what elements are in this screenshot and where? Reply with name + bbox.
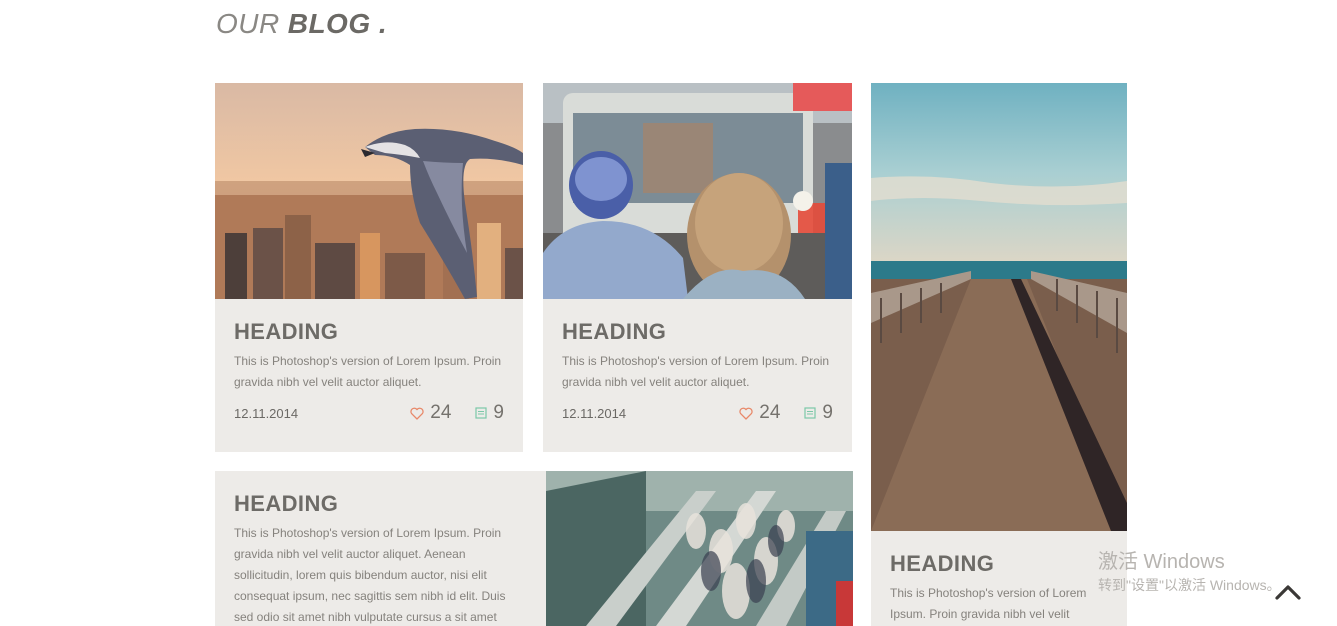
pier-photo <box>871 83 1127 531</box>
post-excerpt: This is Photoshop's version of Lorem Ips… <box>562 354 830 389</box>
watermark-subtitle: 转到"设置"以激活 Windows。 <box>1098 577 1281 593</box>
watermark-title: 激活 Windows <box>1098 551 1225 573</box>
post-heading[interactable]: HEADING <box>234 319 504 345</box>
comment-count: 9 <box>822 402 833 423</box>
comment-count: 9 <box>493 402 504 423</box>
post-image-pier[interactable] <box>871 83 1127 531</box>
post-excerpt: This is Photoshop's version of Lorem Ips… <box>890 586 1087 621</box>
section-title: OUR BLOG . <box>216 8 387 40</box>
post-image-street[interactable] <box>543 83 852 299</box>
scroll-to-top-button[interactable] <box>1272 578 1304 606</box>
post-excerpt: This is Photoshop's version of Lorem Ips… <box>234 354 502 389</box>
post-date: 12.11.2014 <box>562 405 627 421</box>
post-excerpt: This is Photoshop's version of Lorem Ips… <box>234 526 506 624</box>
blog-card[interactable]: HEADING This is Photoshop's version of L… <box>215 83 523 452</box>
escalator-photo <box>546 471 853 626</box>
windows-activation-watermark: 激活 Windows 转到"设置"以激活 Windows。 <box>1098 550 1281 596</box>
section-title-light: OUR <box>216 8 280 39</box>
blog-card[interactable]: HEADING This is Photoshop's version of L… <box>543 83 852 452</box>
post-meta: 12.11.2014 24 9 <box>562 401 833 425</box>
post-heading[interactable]: HEADING <box>890 551 1108 577</box>
post-date: 12.11.2014 <box>234 405 299 421</box>
street-photo <box>543 83 852 299</box>
post-image-escalator[interactable] <box>546 471 853 626</box>
like-count: 24 <box>430 402 452 423</box>
post-meta: 12.11.2014 24 9 <box>234 401 504 425</box>
post-heading[interactable]: HEADING <box>234 491 516 517</box>
post-stats: 24 9 <box>410 403 504 423</box>
like-count: 24 <box>759 402 781 423</box>
blog-card[interactable]: HEADING This is Photoshop's version of L… <box>215 471 546 626</box>
post-image-seagull[interactable] <box>215 83 523 299</box>
post-heading[interactable]: HEADING <box>562 319 833 345</box>
seagull-photo <box>215 83 523 299</box>
chevron-up-icon <box>1275 585 1301 600</box>
section-title-bold: BLOG . <box>287 8 388 39</box>
comment-icon[interactable] <box>804 407 817 419</box>
comment-icon[interactable] <box>475 407 488 419</box>
heart-icon[interactable] <box>739 407 753 420</box>
blog-card[interactable]: HEADING This is Photoshop's version of L… <box>871 83 1127 626</box>
post-stats: 24 9 <box>739 403 833 423</box>
heart-icon[interactable] <box>410 407 424 420</box>
